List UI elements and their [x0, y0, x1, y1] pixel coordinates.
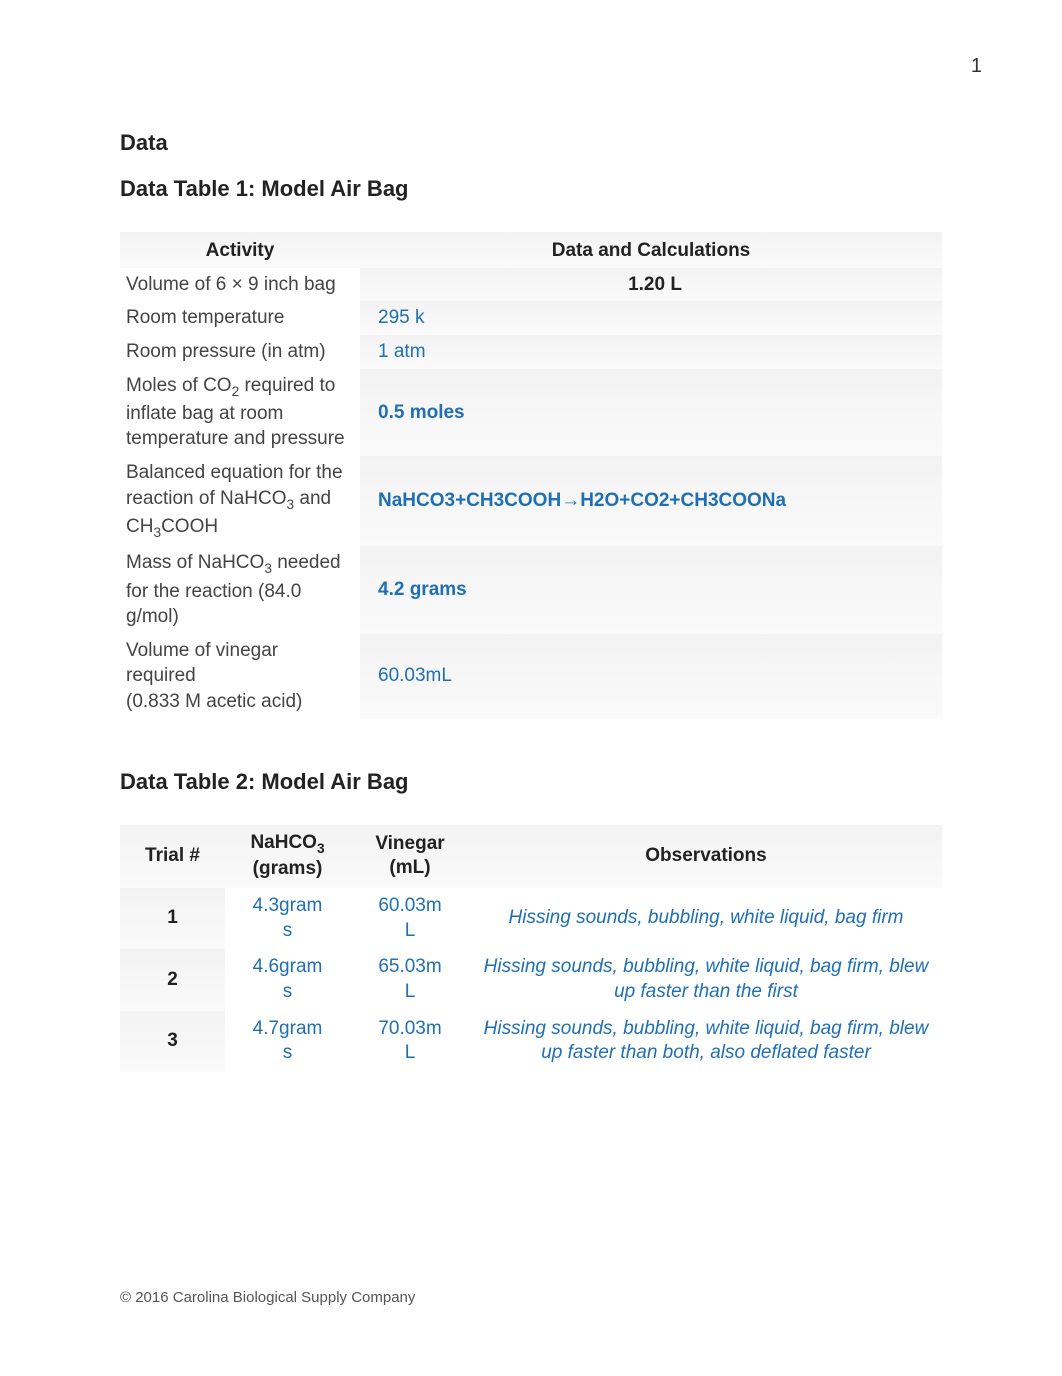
section-heading: Data: [120, 130, 942, 156]
t2-vinegar: 65.03mL: [350, 949, 470, 1010]
t2-head-trial: Trial #: [120, 825, 225, 888]
table-row: 2 4.6grams 65.03mL Hissing sounds, bubbl…: [120, 949, 942, 1010]
t2-head-obs: Observations: [470, 825, 942, 888]
table-row: Moles of CO2 required to inflate bag at …: [120, 369, 942, 457]
table1-head-activity: Activity: [120, 232, 360, 268]
t1-label: Mass of NaHCO3 needed for the reaction (…: [120, 546, 360, 634]
t2-nahco3: 4.3grams: [225, 888, 350, 949]
data-table-2: Trial # NaHCO3 (grams) Vinegar (mL) Obse…: [120, 825, 942, 1072]
data-table-1: Activity Data and Calculations Volume of…: [120, 232, 942, 719]
t1-value: 1.20 L: [360, 268, 942, 302]
t2-nahco3: 4.7grams: [225, 1011, 350, 1072]
table2-header-row: Trial # NaHCO3 (grams) Vinegar (mL) Obse…: [120, 825, 942, 888]
table1-title: Data Table 1: Model Air Bag: [120, 176, 942, 202]
t1-label: Volume of 6 × 9 inch bag: [120, 268, 360, 302]
t2-head-vinegar: Vinegar (mL): [350, 825, 470, 888]
t1-value: 0.5 moles: [360, 369, 942, 457]
t2-trial: 3: [120, 1011, 225, 1072]
table-row: Balanced equation for the reaction of Na…: [120, 456, 942, 546]
t1-value: 60.03mL: [360, 634, 942, 719]
t2-nahco3: 4.6grams: [225, 949, 350, 1010]
t1-value: 295 k: [360, 301, 942, 335]
copyright-footer: © 2016 Carolina Biological Supply Compan…: [120, 1289, 415, 1306]
t2-obs: Hissing sounds, bubbling, white liquid, …: [470, 888, 942, 949]
table-row: Volume of vinegar required(0.833 M aceti…: [120, 634, 942, 719]
t2-vinegar: 70.03mL: [350, 1011, 470, 1072]
table2-title: Data Table 2: Model Air Bag: [120, 769, 942, 795]
t1-label: Volume of vinegar required(0.833 M aceti…: [120, 634, 360, 719]
table-row: 3 4.7grams 70.03mL Hissing sounds, bubbl…: [120, 1011, 942, 1072]
page-number: 1: [971, 55, 982, 78]
t1-value: 4.2 grams: [360, 546, 942, 634]
table-row: Mass of NaHCO3 needed for the reaction (…: [120, 546, 942, 634]
table1-head-data: Data and Calculations: [360, 232, 942, 268]
t2-vinegar: 60.03mL: [350, 888, 470, 949]
table-row: Volume of 6 × 9 inch bag 1.20 L: [120, 268, 942, 302]
t1-label: Room temperature: [120, 301, 360, 335]
table-row: Room temperature 295 k: [120, 301, 942, 335]
t1-value: NaHCO3+CH3COOH→H2O+CO2+CH3COONa: [360, 456, 942, 546]
t2-trial: 1: [120, 888, 225, 949]
table-row: 1 4.3grams 60.03mL Hissing sounds, bubbl…: [120, 888, 942, 949]
t2-obs: Hissing sounds, bubbling, white liquid, …: [470, 949, 942, 1010]
t2-obs: Hissing sounds, bubbling, white liquid, …: [470, 1011, 942, 1072]
t2-head-nahco3: NaHCO3 (grams): [225, 825, 350, 888]
t1-label: Moles of CO2 required to inflate bag at …: [120, 369, 360, 457]
t1-label: Room pressure (in atm): [120, 335, 360, 369]
t2-trial: 2: [120, 949, 225, 1010]
table-row: Room pressure (in atm) 1 atm: [120, 335, 942, 369]
t1-value: 1 atm: [360, 335, 942, 369]
table1-header-row: Activity Data and Calculations: [120, 232, 942, 268]
t1-label: Balanced equation for the reaction of Na…: [120, 456, 360, 546]
